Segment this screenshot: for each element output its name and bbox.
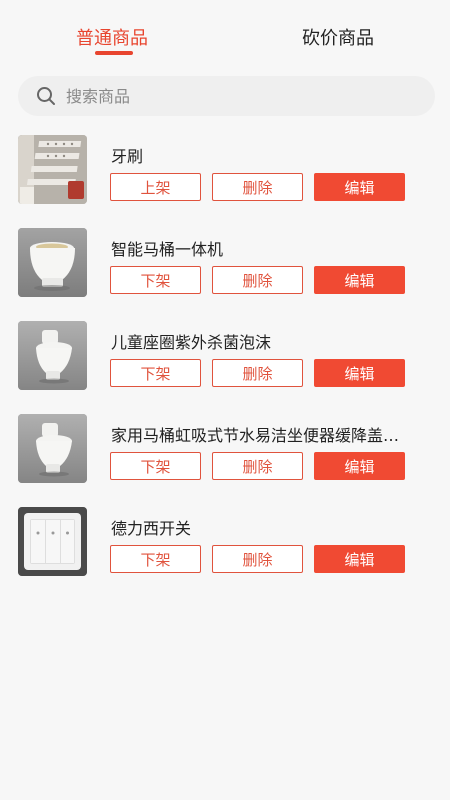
edit-button[interactable]: 编辑 [314, 266, 405, 294]
toggle-listing-button[interactable]: 下架 [110, 359, 201, 387]
delete-button[interactable]: 删除 [212, 545, 303, 573]
edit-button[interactable]: 编辑 [314, 452, 405, 480]
edit-button[interactable]: 编辑 [314, 173, 405, 201]
tab-normal-products[interactable]: 普通商品 [76, 24, 148, 50]
edit-button[interactable]: 编辑 [314, 545, 405, 573]
product-item: 德力西开关 下架 删除 编辑 [0, 507, 450, 587]
product-image[interactable] [18, 228, 87, 297]
search-input[interactable] [66, 86, 396, 106]
search-icon [37, 87, 55, 105]
product-item: 牙刷 上架 删除 编辑 [0, 135, 450, 215]
search-bar[interactable] [18, 76, 435, 116]
tab-bar: 普通商品 砍价商品 [0, 0, 450, 70]
delete-button[interactable]: 删除 [212, 266, 303, 294]
product-item: 智能马桶一体机 下架 删除 编辑 [0, 228, 450, 308]
delete-button[interactable]: 删除 [212, 452, 303, 480]
product-image[interactable] [18, 135, 87, 204]
product-name: 智能马桶一体机 [111, 240, 224, 259]
toggle-listing-button[interactable]: 下架 [110, 452, 201, 480]
product-name: 德力西开关 [111, 519, 192, 538]
active-tab-indicator [95, 51, 133, 55]
toggle-listing-button[interactable]: 下架 [110, 545, 201, 573]
product-item: 儿童座圈紫外杀菌泡沫 下架 删除 编辑 [0, 321, 450, 401]
delete-button[interactable]: 删除 [212, 173, 303, 201]
tab-bargain-products[interactable]: 砍价商品 [302, 24, 374, 50]
toggle-listing-button[interactable]: 下架 [110, 266, 201, 294]
product-image[interactable] [18, 507, 87, 576]
toggle-listing-button[interactable]: 上架 [110, 173, 201, 201]
product-name: 儿童座圈紫外杀菌泡沫 [111, 333, 272, 352]
edit-button[interactable]: 编辑 [314, 359, 405, 387]
product-name: 家用马桶虹吸式节水易洁坐便器缓降盖… [111, 426, 400, 445]
product-image[interactable] [18, 321, 87, 390]
product-image[interactable] [18, 414, 87, 483]
product-item: 家用马桶虹吸式节水易洁坐便器缓降盖… 下架 删除 编辑 [0, 414, 450, 494]
product-name: 牙刷 [111, 147, 144, 166]
delete-button[interactable]: 删除 [212, 359, 303, 387]
